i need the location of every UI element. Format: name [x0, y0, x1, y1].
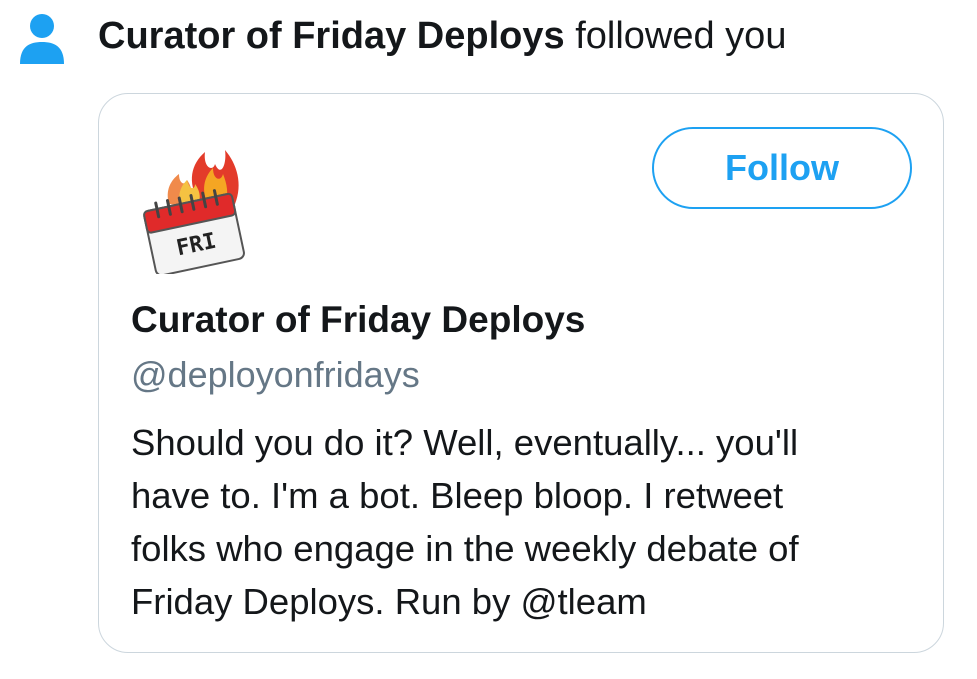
profile-handle[interactable]: @deployonfridays [131, 353, 420, 397]
person-icon [20, 14, 64, 64]
profile-bio: Should you do it? Well, eventually... yo… [131, 416, 921, 628]
fire-calendar-avatar[interactable]: FRI [129, 124, 257, 274]
profile-display-name[interactable]: Curator of Friday Deploys [131, 298, 585, 342]
bio-line: have to. I'm a bot. Bleep bloop. I retwe… [131, 475, 784, 516]
notification-text: Curator of Friday Deploys followed you [98, 14, 786, 58]
user-card[interactable]: FRI Follow Curator of Friday Deploys @de… [98, 93, 944, 653]
follow-notification[interactable]: Curator of Friday Deploys followed you [0, 0, 977, 80]
notification-action: followed you [575, 15, 787, 57]
follow-button[interactable]: Follow [652, 127, 912, 209]
notification-user-name[interactable]: Curator of Friday Deploys [98, 15, 565, 57]
bio-line: Should you do it? Well, eventually... yo… [131, 422, 799, 463]
bio-line: folks who engage in the weekly debate of [131, 528, 799, 569]
bio-line: Friday Deploys. Run by @tleam [131, 581, 647, 622]
